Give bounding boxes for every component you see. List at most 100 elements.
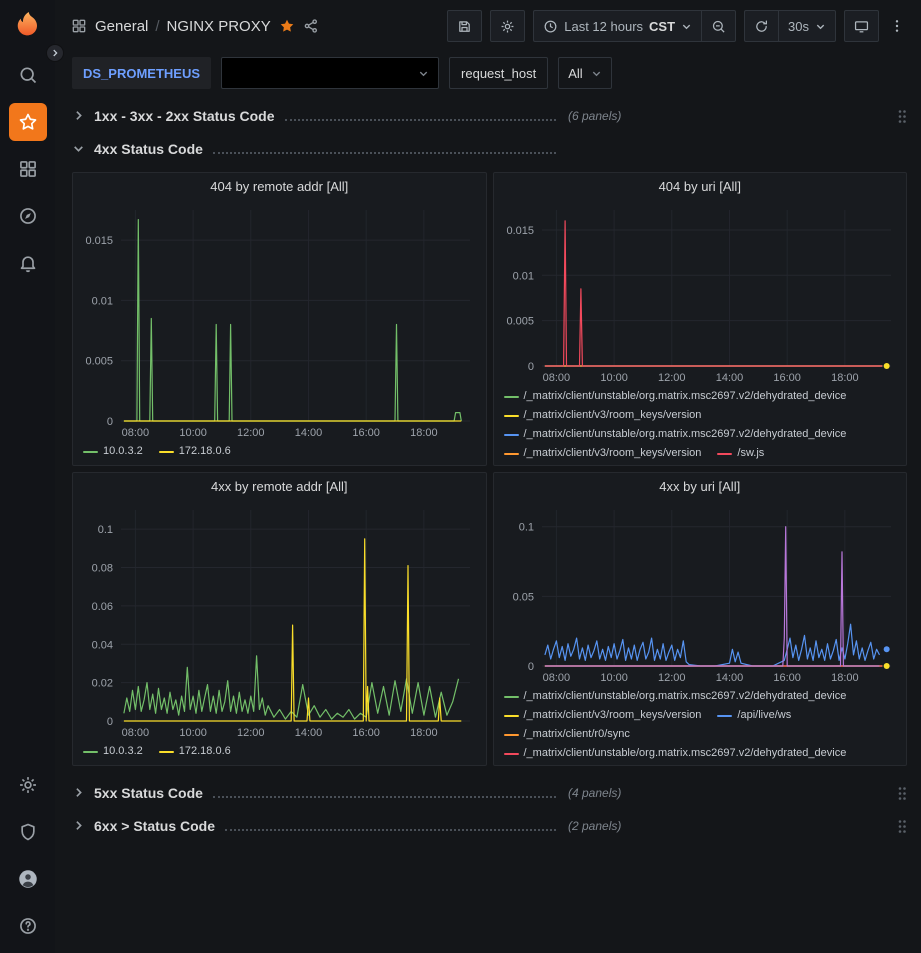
- chart-plot-area[interactable]: 08:0010:0012:0014:0016:0018:0000.020.040…: [73, 500, 486, 741]
- sidebar-expand-button[interactable]: [46, 44, 64, 62]
- sidebar-item-dashboards[interactable]: [9, 150, 47, 188]
- refresh-button[interactable]: [744, 10, 778, 42]
- tv-mode-button[interactable]: [844, 10, 879, 42]
- dashboard-title[interactable]: NGINX PROXY: [167, 18, 271, 35]
- legend-series-marker: [83, 451, 98, 453]
- sidebar-item-starred[interactable]: [9, 103, 47, 141]
- legend-item[interactable]: 172.18.0.6: [159, 444, 231, 459]
- legend-series-label: /_matrix/client/r0/sync: [524, 727, 630, 742]
- sidebar-item-search[interactable]: [9, 56, 47, 94]
- panel-title[interactable]: 4xx by uri [All]: [494, 473, 907, 500]
- time-range-picker[interactable]: Last 12 hours CST: [533, 10, 701, 42]
- sidebar-item-configuration[interactable]: [9, 766, 47, 804]
- svg-text:0.1: 0.1: [98, 524, 113, 536]
- legend-series-label: /_matrix/client/unstable/org.matrix.msc2…: [524, 427, 847, 442]
- chart-plot-area[interactable]: 08:0010:0012:0014:0016:0018:0000.0050.01…: [494, 200, 907, 386]
- save-icon: [457, 19, 472, 34]
- legend-item[interactable]: /_matrix/client/unstable/org.matrix.msc2…: [504, 746, 847, 761]
- legend-item[interactable]: 10.0.3.2: [83, 744, 143, 759]
- row-header-5xx[interactable]: 5xx Status Code (4 panels): [72, 778, 907, 808]
- gear-icon: [18, 775, 38, 795]
- save-dashboard-button[interactable]: [447, 10, 482, 42]
- monitor-icon: [854, 19, 869, 34]
- search-icon: [18, 65, 38, 85]
- share-icon[interactable]: [303, 18, 319, 34]
- panels-grid: 404 by remote addr [All] 08:0010:0012:00…: [72, 172, 907, 766]
- legend-item[interactable]: 10.0.3.2: [83, 444, 143, 459]
- compass-icon: [18, 206, 38, 226]
- row-drag-handle[interactable]: [897, 785, 907, 802]
- row-header-4xx[interactable]: 4xx Status Code: [72, 134, 907, 164]
- timezone-label: CST: [649, 19, 675, 34]
- row-header-1xx-3xx-2xx[interactable]: 1xx - 3xx - 2xx Status Code (6 panels): [72, 101, 907, 131]
- legend-series-marker: [504, 734, 519, 736]
- svg-text:18:00: 18:00: [831, 672, 859, 684]
- gear-icon: [500, 19, 515, 34]
- legend-item[interactable]: /_matrix/client/unstable/org.matrix.msc2…: [504, 427, 847, 442]
- svg-text:12:00: 12:00: [237, 427, 265, 439]
- svg-text:08:00: 08:00: [542, 372, 570, 384]
- legend-series-label: /api/live/ws: [737, 708, 791, 723]
- legend-series-marker: [504, 434, 519, 436]
- chart-plot-area[interactable]: 08:0010:0012:0014:0016:0018:0000.0050.01…: [73, 200, 486, 441]
- legend-item[interactable]: /_matrix/client/v3/room_keys/version: [504, 446, 702, 461]
- zoom-out-time-button[interactable]: [701, 10, 736, 42]
- panel-title[interactable]: 4xx by remote addr [All]: [73, 473, 486, 500]
- variable-label-ds-prometheus[interactable]: DS_PROMETHEUS: [72, 57, 211, 89]
- legend-item[interactable]: /_matrix/client/unstable/org.matrix.msc2…: [504, 689, 847, 704]
- row-header-6xx[interactable]: 6xx > Status Code (2 panels): [72, 811, 907, 841]
- chart-plot-area[interactable]: 08:0010:0012:0014:0016:0018:0000.050.1: [494, 500, 907, 686]
- legend-item[interactable]: /_matrix/client/v3/room_keys/version: [504, 708, 702, 723]
- svg-text:12:00: 12:00: [237, 727, 265, 739]
- svg-text:14:00: 14:00: [295, 427, 323, 439]
- svg-text:16:00: 16:00: [773, 372, 801, 384]
- svg-text:12:00: 12:00: [658, 672, 686, 684]
- svg-text:0.04: 0.04: [92, 639, 113, 651]
- sidebar-item-help[interactable]: [9, 907, 47, 945]
- legend-item[interactable]: 172.18.0.6: [159, 744, 231, 759]
- sidebar-item-server-admin[interactable]: [9, 813, 47, 851]
- svg-text:16:00: 16:00: [773, 672, 801, 684]
- svg-text:0.01: 0.01: [512, 270, 533, 282]
- panel-title[interactable]: 404 by uri [All]: [494, 173, 907, 200]
- row-title: 6xx > Status Code: [94, 818, 215, 834]
- datasource-variable-dropdown[interactable]: [221, 57, 439, 89]
- grafana-logo[interactable]: [13, 10, 43, 40]
- sidebar-item-explore[interactable]: [9, 197, 47, 235]
- sidebar-item-alerting[interactable]: [9, 244, 47, 282]
- more-options-kebab[interactable]: [887, 16, 907, 36]
- panel-404-by-uri: 404 by uri [All] 08:0010:0012:0014:0016:…: [493, 172, 908, 466]
- legend-item[interactable]: /sw.js: [717, 446, 764, 461]
- row-title: 5xx Status Code: [94, 785, 203, 801]
- dotted-leader: [213, 152, 556, 154]
- legend-series-marker: [83, 751, 98, 753]
- row-drag-handle[interactable]: [897, 818, 907, 835]
- svg-text:08:00: 08:00: [122, 427, 150, 439]
- legend-item[interactable]: /api/live/ws: [717, 708, 791, 723]
- legend-item[interactable]: /_matrix/client/unstable/org.matrix.msc2…: [504, 389, 847, 404]
- row-drag-handle[interactable]: [897, 108, 907, 125]
- chevron-right-icon: [72, 786, 87, 801]
- favorite-star-icon[interactable]: [279, 18, 295, 34]
- svg-text:12:00: 12:00: [658, 372, 686, 384]
- series-point-marker: [883, 663, 889, 669]
- clock-icon: [543, 19, 558, 34]
- dotted-leader: [285, 119, 556, 121]
- legend-item[interactable]: /_matrix/client/v3/room_keys/version: [504, 408, 702, 423]
- request-host-variable-dropdown[interactable]: All: [558, 57, 611, 89]
- legend-item[interactable]: /_matrix/client/r0/sync: [504, 727, 630, 742]
- svg-text:10:00: 10:00: [600, 372, 628, 384]
- chart-svg: 08:0010:0012:0014:0016:0018:0000.0050.01…: [494, 200, 907, 386]
- legend-series-marker: [504, 396, 519, 398]
- top-navbar: General / NGINX PROXY Last 12 hours CST: [55, 0, 921, 52]
- svg-text:18:00: 18:00: [831, 372, 859, 384]
- chevron-down-icon: [72, 142, 87, 157]
- refresh-interval-dropdown[interactable]: 30s: [778, 10, 836, 42]
- svg-text:0.1: 0.1: [518, 522, 533, 534]
- sidebar-item-profile[interactable]: [9, 860, 47, 898]
- series-line: [544, 624, 879, 666]
- dashboard-settings-button[interactable]: [490, 10, 525, 42]
- row-title: 4xx Status Code: [94, 141, 203, 157]
- breadcrumb-folder[interactable]: General: [95, 18, 148, 35]
- panel-title[interactable]: 404 by remote addr [All]: [73, 173, 486, 200]
